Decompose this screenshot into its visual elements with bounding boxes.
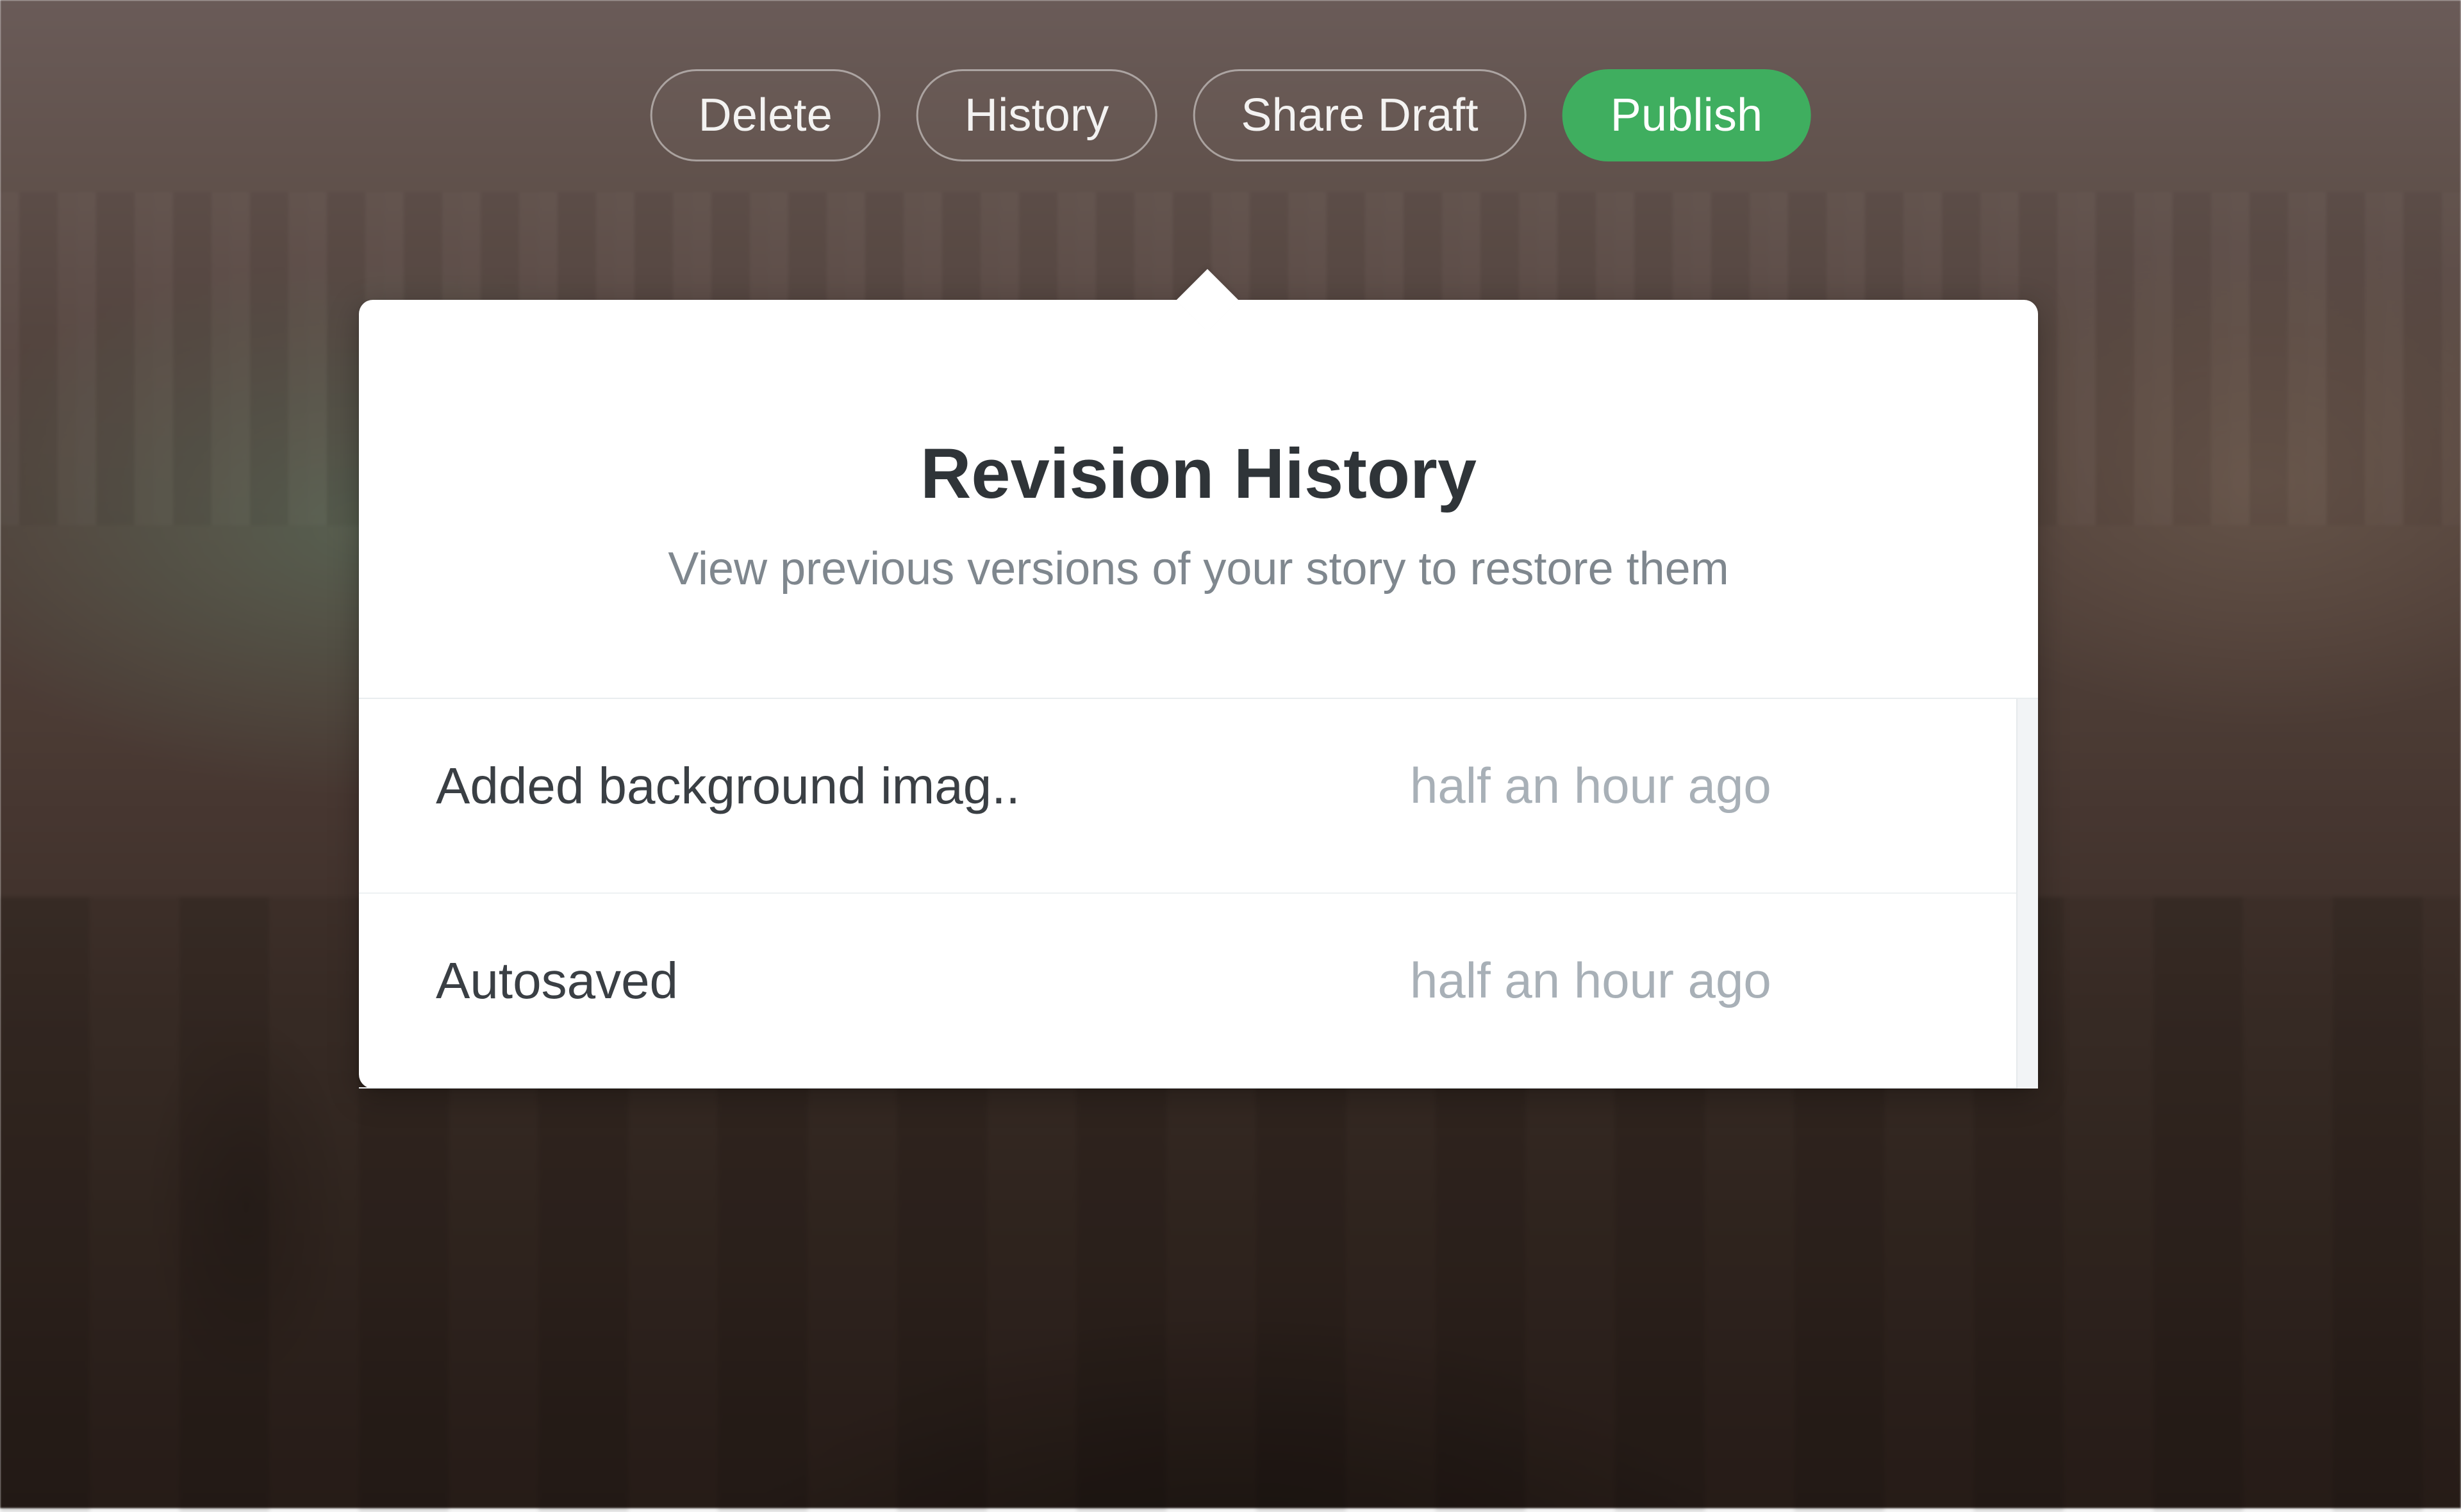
revision-label: Autosaved [436,951,1410,1010]
popover-header: Revision History View previous versions … [359,300,2038,698]
popover-title: Revision History [436,433,1961,514]
delete-button[interactable]: Delete [650,69,881,161]
history-button[interactable]: History [916,69,1157,161]
popover-subtitle: View previous versions of your story to … [436,543,1961,595]
delete-button-label: Delete [699,92,833,138]
editor-toolbar: Delete History Share Draft Publish [650,69,1811,161]
share-draft-button[interactable]: Share Draft [1193,69,1526,161]
revision-row[interactable]: Added background imag.. half an hour ago [359,699,2038,894]
scrollbar[interactable] [2016,699,2038,1089]
revision-list: Added background imag.. half an hour ago… [359,698,2038,1089]
publish-button-label: Publish [1611,92,1763,138]
revision-history-popover: Revision History View previous versions … [359,300,2038,1089]
revision-time: half an hour ago [1410,757,1961,815]
history-button-label: History [965,92,1109,138]
publish-button[interactable]: Publish [1562,69,1811,161]
revision-row[interactable]: Autosaved half an hour ago [359,894,2038,1089]
revision-time: half an hour ago [1410,951,1961,1010]
stage: Delete History Share Draft Publish Revis… [0,0,2461,1508]
revision-label: Added background imag.. [436,757,1410,816]
share-draft-button-label: Share Draft [1241,92,1478,138]
